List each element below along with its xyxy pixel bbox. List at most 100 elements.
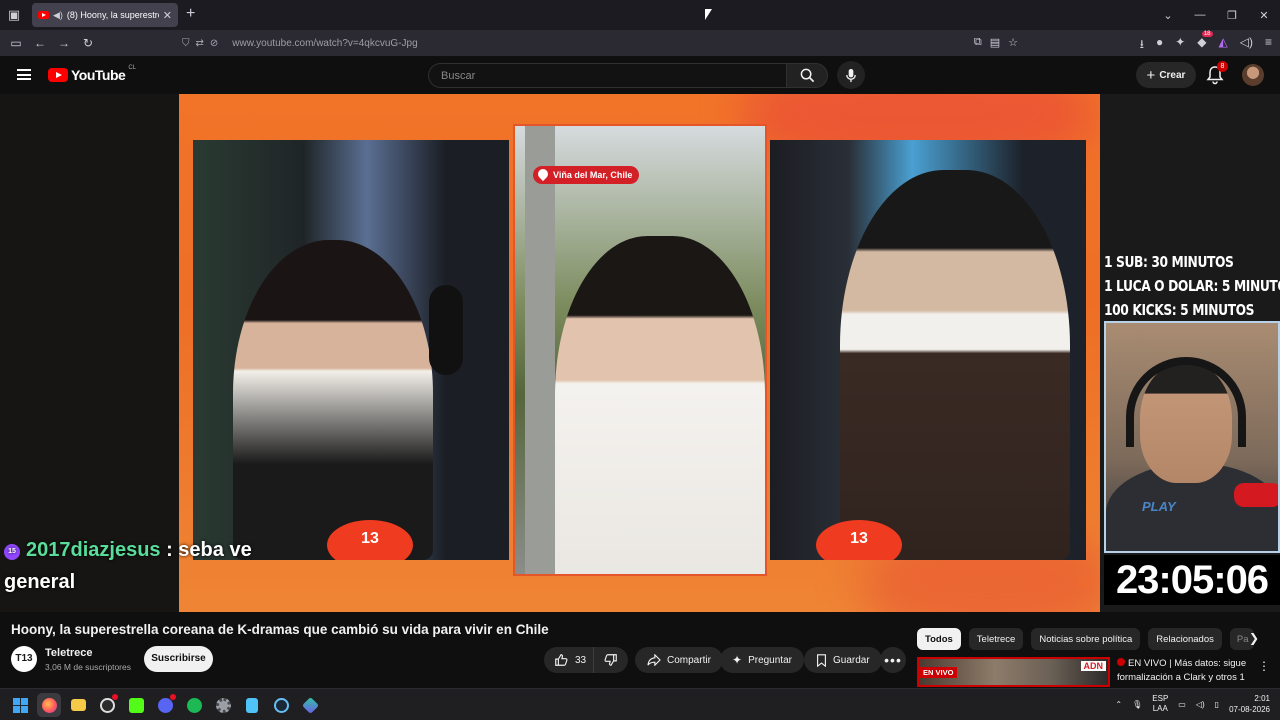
t13-logo-text: 13 xyxy=(361,530,379,547)
firefox-icon xyxy=(41,697,57,713)
spotify-app[interactable] xyxy=(182,693,206,717)
dislike-button[interactable] xyxy=(594,653,628,667)
notification-count-badge: 8 xyxy=(1217,61,1228,72)
reader-view-icon[interactable]: ▤ xyxy=(990,36,1000,49)
permissions-icon[interactable]: ⇄ xyxy=(196,38,204,49)
address-bar[interactable]: ⛉ ⇄ ⊘ www.youtube.com/watch?v=4qkcvuG-Jp… xyxy=(176,33,1026,53)
system-clock[interactable]: 2:01 07-08-2026 xyxy=(1229,693,1270,715)
network-icon[interactable]: ▭ xyxy=(1178,700,1186,709)
chip-relacionados[interactable]: Relacionados xyxy=(1148,628,1222,650)
more-actions-button[interactable]: ••• xyxy=(880,647,906,673)
notepad-app[interactable] xyxy=(240,693,264,717)
recommendation-thumbnail[interactable]: EN VIVO ADN xyxy=(917,657,1110,687)
microphone-tray-icon[interactable]: 🎙︎ xyxy=(1132,700,1142,709)
save-label: Guardar xyxy=(833,654,870,666)
extension-purple-icon[interactable]: ◭ xyxy=(1219,35,1228,56)
language-indicator[interactable]: ESP LAA xyxy=(1152,694,1168,714)
settings-app[interactable] xyxy=(211,693,235,717)
plus-icon: + xyxy=(1146,66,1156,84)
ask-label: Preguntar xyxy=(748,654,792,666)
t13-logo-text: 13 xyxy=(850,530,868,547)
chevron-right-icon[interactable]: ❯ xyxy=(1246,631,1262,647)
scaffold-pole xyxy=(525,126,555,574)
channel-avatar[interactable]: T13 xyxy=(11,646,37,672)
browser-tab-active[interactable]: ◀) (8) Hoony, la superestrella c ✕ xyxy=(32,3,178,27)
extensions-icon[interactable]: ✦ xyxy=(1175,35,1185,56)
chevron-up-icon[interactable]: ⌃ xyxy=(1115,700,1122,709)
close-tab-icon[interactable]: ✕ xyxy=(163,9,172,22)
location-tag: Viña del Mar, Chile xyxy=(533,166,640,184)
minimize-button[interactable]: — xyxy=(1184,9,1216,21)
volume-icon[interactable]: ◁) xyxy=(1240,35,1253,56)
actor-figure xyxy=(555,236,765,574)
channel-tag: ADN xyxy=(1080,661,1106,671)
downloads-icon[interactable]: ⭳ xyxy=(1140,35,1144,56)
live-dot-icon xyxy=(1117,658,1125,666)
back-icon[interactable]: ← xyxy=(28,36,52,50)
forward-icon[interactable]: → xyxy=(52,36,76,50)
obs-app[interactable] xyxy=(95,693,119,717)
notification-dot-icon xyxy=(170,694,176,700)
gear-icon xyxy=(215,697,231,713)
sidebar-toggle-icon[interactable]: ▭ xyxy=(4,36,28,50)
recommendation-title[interactable]: EN VIVO | Más datos: sigue formalización… xyxy=(1117,657,1257,685)
battery-icon[interactable]: ▯ xyxy=(1215,700,1219,709)
share-icon xyxy=(647,654,661,666)
menu-icon[interactable]: ≡ xyxy=(1265,35,1272,56)
volume-tray-icon[interactable]: ◁) xyxy=(1196,700,1205,709)
chip-teletrece[interactable]: Teletrece xyxy=(968,628,1024,650)
tab-overview-icon[interactable]: ▣ xyxy=(0,0,28,30)
chip-noticias-politica[interactable]: Noticias sobre política xyxy=(1031,628,1141,650)
chip-todos[interactable]: Todos xyxy=(917,628,961,650)
taskbar-apps xyxy=(8,693,322,717)
kick-app[interactable] xyxy=(124,693,148,717)
video-frame[interactable]: 13 Viña del Mar, Chile 13 xyxy=(179,94,1100,612)
channel-name[interactable]: Teletrece xyxy=(45,647,93,659)
app-icon xyxy=(301,696,319,714)
video-player[interactable]: 13 Viña del Mar, Chile 13 13 15 2017diazj… xyxy=(0,94,1280,612)
spotify-icon xyxy=(186,697,202,713)
shield-icon[interactable]: ⛉ xyxy=(182,38,190,49)
steam-icon xyxy=(273,697,289,713)
tracking-icon[interactable]: ⊘ xyxy=(210,38,218,49)
search-button[interactable] xyxy=(786,63,828,88)
file-explorer-app[interactable] xyxy=(66,693,90,717)
kick-icon xyxy=(128,697,144,713)
share-button[interactable]: Compartir xyxy=(635,647,723,673)
discord-icon xyxy=(157,697,173,713)
more-vertical-icon[interactable]: ⋮ xyxy=(1258,659,1270,673)
account-avatar[interactable] xyxy=(1242,64,1264,86)
firefox-app[interactable] xyxy=(37,693,61,717)
guide-menu-icon[interactable] xyxy=(17,69,31,80)
tab-list-icon[interactable]: ⌄ xyxy=(1152,9,1184,22)
mouse-cursor-icon xyxy=(705,9,712,20)
guest-figure xyxy=(840,170,1070,560)
notifications-button[interactable]: 8 xyxy=(1206,61,1228,85)
like-button[interactable]: 33 xyxy=(544,647,594,673)
reload-icon[interactable]: ↻ xyxy=(76,36,100,50)
maximize-button[interactable]: ❐ xyxy=(1216,9,1248,22)
search-input[interactable]: Buscar xyxy=(428,63,786,88)
bookmark-star-icon[interactable]: ☆ xyxy=(1008,36,1018,49)
toolbar-right: ⭳ ● ✦ ◆ 18 ◭ ◁) ≡ xyxy=(1140,31,1272,56)
url-text[interactable]: www.youtube.com/watch?v=4qkcvuG-Jpg xyxy=(232,38,417,49)
sparkle-icon: ✦ xyxy=(732,653,743,667)
create-button[interactable]: + Crear xyxy=(1136,62,1196,88)
voice-search-button[interactable] xyxy=(837,61,865,89)
close-window-button[interactable]: ✕ xyxy=(1248,9,1280,22)
save-button[interactable]: Guardar xyxy=(804,647,882,673)
youtube-logo[interactable]: YouTube CL xyxy=(48,65,136,83)
subscribe-button[interactable]: Suscribirse xyxy=(144,646,213,672)
steam-app[interactable] xyxy=(269,693,293,717)
new-tab-button[interactable]: + xyxy=(186,5,195,23)
picture-in-picture-icon[interactable]: ⧉ xyxy=(974,36,982,49)
start-button[interactable] xyxy=(8,693,32,717)
ask-button[interactable]: ✦ Preguntar xyxy=(720,647,804,673)
streamlabs-app[interactable] xyxy=(298,693,322,717)
extension-badge-icon[interactable]: ◆ 18 xyxy=(1197,31,1213,56)
extension-b-icon[interactable]: ● xyxy=(1156,35,1163,56)
podcast-microphone xyxy=(429,285,463,375)
clock-time: 2:01 xyxy=(1254,694,1270,703)
speaker-icon[interactable]: ◀) xyxy=(53,10,63,21)
discord-app[interactable] xyxy=(153,693,177,717)
